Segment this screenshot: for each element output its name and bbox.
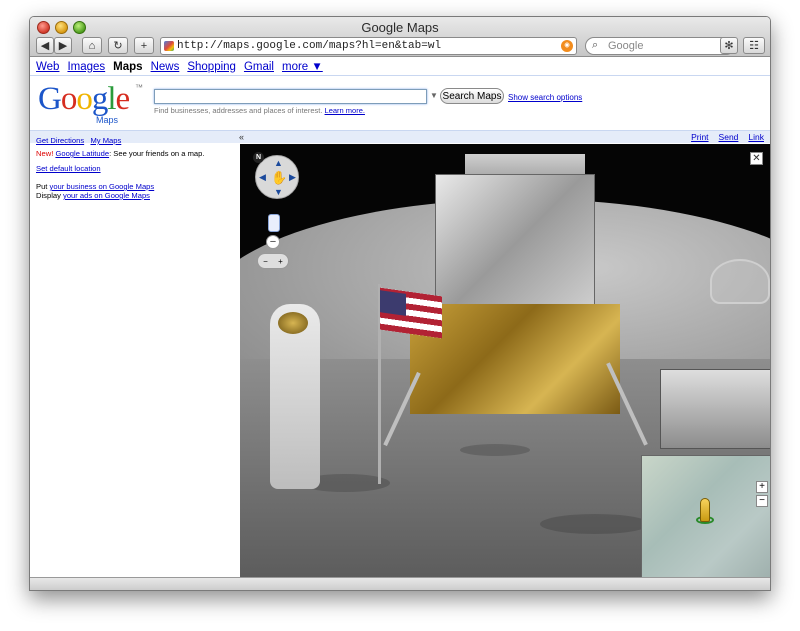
- sidebar-latitude-row: New! Google Latitude: See your friends o…: [36, 149, 204, 158]
- zoom-in-icon[interactable]: +: [278, 257, 283, 266]
- address-url: http://maps.google.com/maps?hl=en&tab=wl: [177, 40, 442, 52]
- gnav-news[interactable]: News: [151, 61, 180, 73]
- search-hint-text: Find businesses, addresses and places of…: [154, 106, 323, 115]
- search-dropdown-icon[interactable]: ▼: [430, 91, 438, 100]
- display-prefix: Display: [36, 191, 64, 200]
- zoom-minus-button[interactable]: −: [266, 235, 280, 249]
- home-button[interactable]: ⌂: [82, 37, 102, 54]
- search-maps-button[interactable]: Search Maps: [440, 88, 504, 104]
- hand-icon[interactable]: ✋: [271, 170, 287, 186]
- us-flag-canton: [380, 290, 406, 316]
- logo-letter: g: [91, 81, 108, 117]
- rover-antenna: [710, 259, 770, 304]
- gnav-gmail[interactable]: Gmail: [244, 61, 274, 73]
- astronaut-visor: [278, 312, 308, 334]
- pegman-marker-icon[interactable]: [700, 498, 710, 522]
- pan-left-icon[interactable]: ◀: [259, 172, 266, 183]
- google-favicon-icon: [164, 41, 174, 51]
- collapse-sidebar-button[interactable]: «: [239, 132, 244, 142]
- pan-control[interactable]: N ▲ ▼ ◀ ▶ ✋: [253, 152, 299, 199]
- address-bar[interactable]: http://maps.google.com/maps?hl=en&tab=wl…: [160, 37, 577, 55]
- pan-right-icon[interactable]: ▶: [289, 172, 296, 183]
- minimap-zoom-out-button[interactable]: −: [756, 495, 768, 507]
- sync-icon[interactable]: ✻: [720, 37, 738, 54]
- show-search-options-link[interactable]: Show search options: [508, 93, 582, 102]
- logo-letter: l: [107, 81, 116, 117]
- link-link[interactable]: Link: [748, 132, 764, 142]
- pan-up-icon[interactable]: ▲: [274, 158, 283, 168]
- browser-window: Google Maps ◀ ▶ ⌂ ↻ + http://maps.google…: [29, 16, 771, 591]
- close-street-view-button[interactable]: ✕: [750, 152, 763, 165]
- status-bar: [30, 577, 770, 590]
- sidebar-default-location-row: Set default location: [36, 164, 101, 173]
- logo-letter: e: [115, 81, 131, 117]
- learn-more-link[interactable]: Learn more.: [325, 106, 365, 115]
- street-view-panorama[interactable]: N ▲ ▼ ◀ ▶ ✋ − − + ✕ + −: [240, 144, 770, 578]
- rss-icon[interactable]: ◉: [561, 40, 573, 52]
- forward-button[interactable]: ▶: [54, 37, 72, 54]
- my-maps-link[interactable]: My Maps: [90, 136, 121, 145]
- latitude-description: : See your friends on a map.: [109, 149, 205, 158]
- sidebar-top-links: Get Directions My Maps: [36, 136, 121, 145]
- business-link[interactable]: your business on Google Maps: [50, 182, 155, 191]
- map-toolbar: « Print Send Link: [30, 130, 770, 143]
- browser-search-input[interactable]: ⌕ Google: [585, 37, 735, 55]
- compass-icon[interactable]: N: [253, 152, 264, 163]
- browser-search-placeholder: Google: [608, 40, 644, 52]
- google-nav-bar: Web Images Maps News Shopping Gmail more…: [30, 58, 770, 76]
- logo-letter: G: [38, 81, 62, 117]
- ads-link[interactable]: your ads on Google Maps: [63, 191, 150, 200]
- new-badge: New!: [36, 149, 54, 158]
- google-latitude-link[interactable]: Google Latitude: [55, 149, 109, 158]
- crater: [460, 444, 530, 456]
- logo-letter: o: [76, 81, 92, 117]
- minimap-zoom-in-button[interactable]: +: [756, 481, 768, 493]
- print-link[interactable]: Print: [691, 132, 708, 142]
- put-prefix: Put: [36, 182, 50, 191]
- lunar-module-body: [435, 174, 595, 314]
- pan-down-icon[interactable]: ▼: [274, 187, 283, 197]
- browser-chrome: Google Maps ◀ ▶ ⌂ ↻ + http://maps.google…: [30, 17, 770, 57]
- reload-button[interactable]: ↻: [108, 37, 128, 54]
- trademark-mark: ™: [135, 83, 143, 92]
- add-bookmark-button[interactable]: +: [134, 37, 154, 54]
- google-logo[interactable]: Google: [38, 81, 131, 117]
- logo-subtitle: Maps: [96, 115, 119, 125]
- get-directions-link[interactable]: Get Directions: [36, 136, 84, 145]
- sidebar-business-row: Put your business on Google Maps: [36, 182, 154, 191]
- map-actions: Print Send Link: [691, 132, 764, 142]
- gnav-web[interactable]: Web: [36, 61, 59, 73]
- gnav-shopping[interactable]: Shopping: [187, 61, 236, 73]
- gnav-images[interactable]: Images: [67, 61, 105, 73]
- set-default-location-link[interactable]: Set default location: [36, 164, 101, 173]
- overview-minimap[interactable]: + −: [641, 455, 770, 578]
- zoom-buttons: − +: [257, 253, 289, 269]
- pegman-icon[interactable]: [268, 214, 280, 232]
- window-title: Google Maps: [361, 20, 439, 35]
- window-menu-icon[interactable]: ☷: [743, 37, 765, 54]
- back-button[interactable]: ◀: [36, 37, 54, 54]
- maps-search-input[interactable]: [154, 89, 427, 104]
- crater: [540, 514, 650, 534]
- search-hint: Find businesses, addresses and places of…: [154, 106, 365, 115]
- zoom-out-icon[interactable]: −: [263, 257, 268, 266]
- gnav-more[interactable]: more ▼: [282, 61, 323, 73]
- lunar-rover: [660, 369, 770, 449]
- send-link[interactable]: Send: [719, 132, 739, 142]
- search-icon: ⌕: [592, 39, 599, 51]
- sidebar-ads-row: Display your ads on Google Maps: [36, 191, 150, 200]
- logo-letter: o: [60, 81, 77, 117]
- gnav-maps: Maps: [113, 60, 143, 73]
